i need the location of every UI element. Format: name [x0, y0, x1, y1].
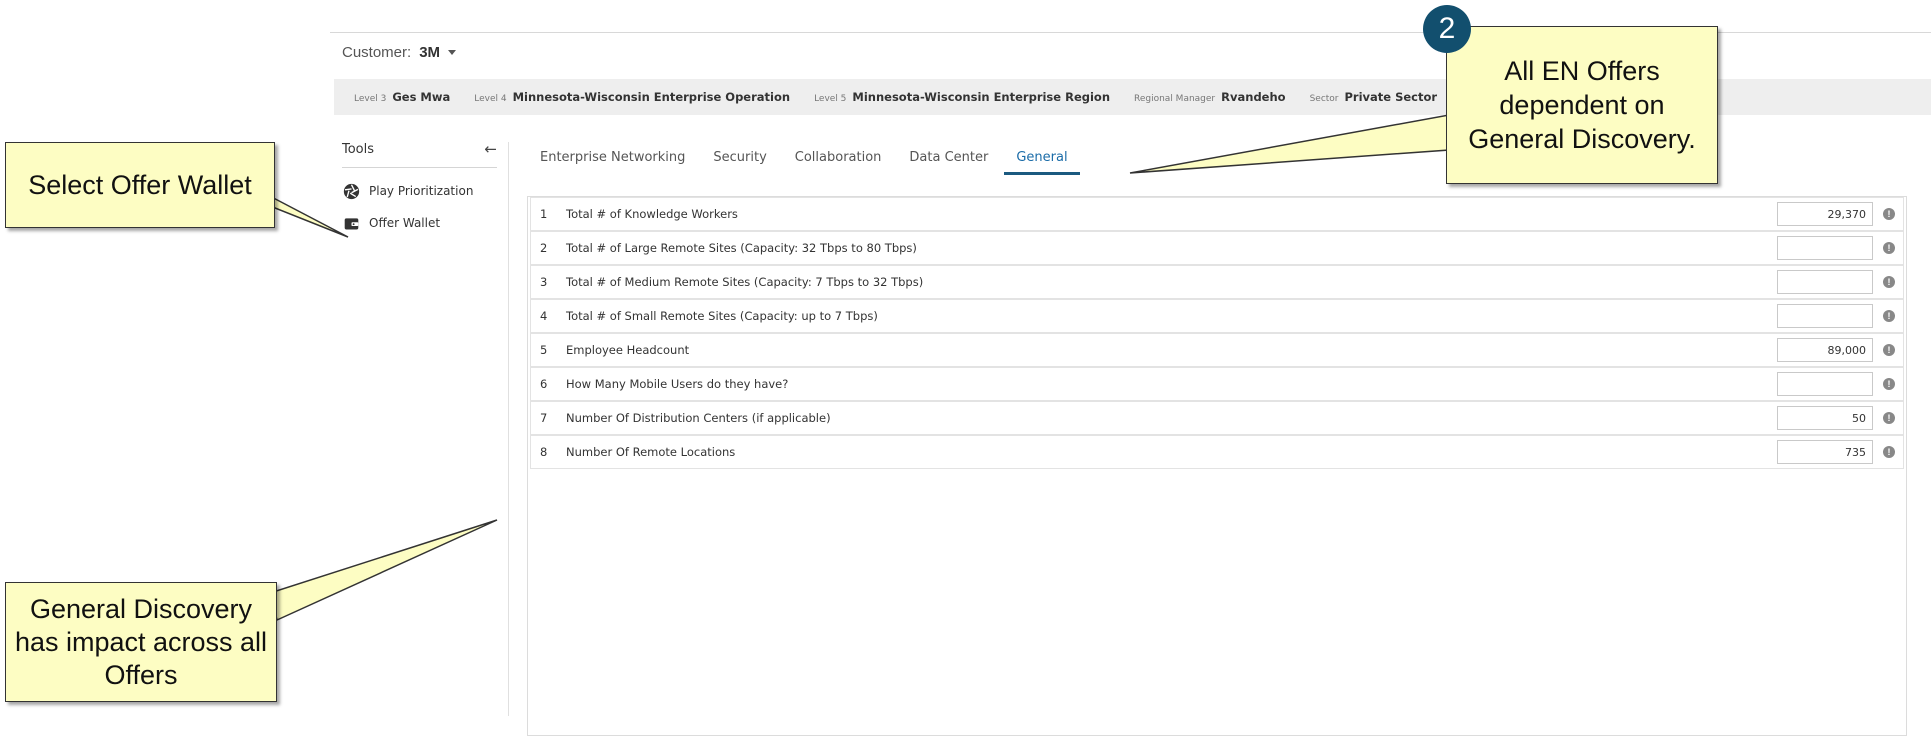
step-badge: 2: [1423, 5, 1471, 53]
pointer-impact: [269, 519, 498, 622]
callout-select-offer-wallet: Select Offer Wallet: [5, 142, 275, 228]
callout-general-discovery-impact: General Discovery has impact across all …: [5, 582, 277, 702]
callout-en-offers-dependent: All EN Offers dependent on General Disco…: [1446, 26, 1718, 184]
pointer-dependent: [1129, 114, 1450, 174]
